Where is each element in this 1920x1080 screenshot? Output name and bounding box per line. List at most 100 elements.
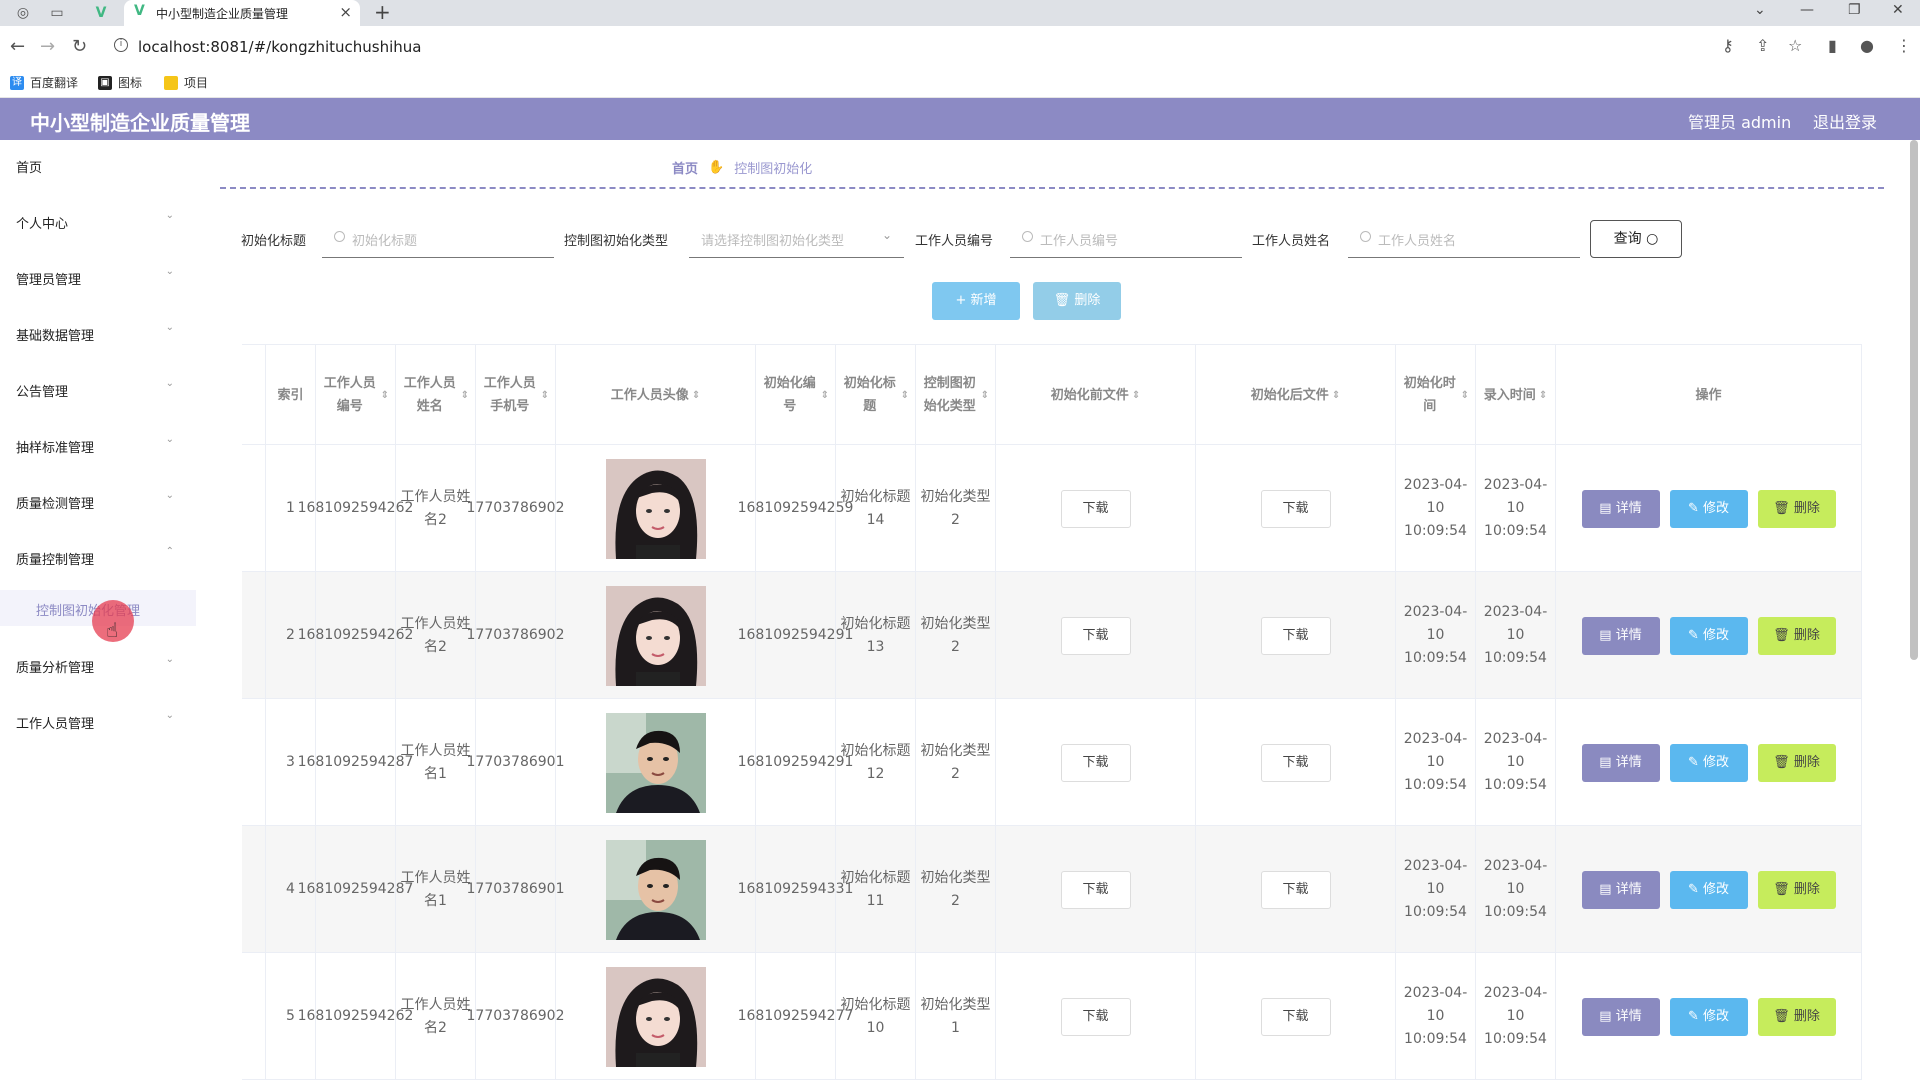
translate-icon: 译 bbox=[10, 75, 24, 90]
cell-init-time: 2023-04-10 10:09:54 bbox=[1396, 826, 1476, 953]
actions-cell: ▤ 详情 ✎ 修改 🗑 删除 bbox=[1556, 826, 1862, 953]
sort-icon[interactable]: ⇕ bbox=[821, 384, 829, 407]
select-all-checkbox[interactable] bbox=[242, 345, 266, 445]
trash-icon: 🗑 bbox=[1053, 293, 1071, 308]
sidebar-item-sampling[interactable]: 抽样标准管理 ⌄ bbox=[0, 420, 196, 470]
download-button[interactable]: 下载 bbox=[1060, 997, 1131, 1036]
tab-search-icon[interactable]: ⌄ bbox=[1754, 2, 1766, 18]
download-button[interactable]: 下载 bbox=[1060, 870, 1131, 909]
blank-tab-icon[interactable]: ▭ bbox=[48, 4, 66, 22]
forward-icon[interactable]: → bbox=[40, 36, 55, 57]
sort-icon[interactable]: ⇕ bbox=[1332, 384, 1340, 407]
sort-icon[interactable]: ⇕ bbox=[1132, 384, 1140, 407]
type-select[interactable]: 请选择控制图初始化类型 ⌄ bbox=[689, 220, 904, 258]
download-button[interactable]: 下载 bbox=[1060, 743, 1131, 782]
download-button[interactable]: 下载 bbox=[1060, 489, 1131, 528]
logout-button[interactable]: 退出登录 bbox=[1813, 109, 1877, 133]
sort-icon[interactable]: ⇕ bbox=[981, 384, 989, 407]
window-close-icon[interactable]: ✕ bbox=[1892, 2, 1904, 18]
sort-icon[interactable]: ⇕ bbox=[692, 384, 700, 407]
key-icon[interactable]: ⚷ bbox=[1722, 36, 1734, 55]
side-panel-icon[interactable]: ▮ bbox=[1828, 36, 1837, 55]
close-tab-icon[interactable]: × bbox=[339, 3, 352, 21]
query-button[interactable]: 查询 ○ bbox=[1590, 220, 1682, 258]
sidebar-item-analysis[interactable]: 质量分析管理 ⌄ bbox=[0, 640, 196, 690]
cell-staff-name: 工作人员姓名1 bbox=[396, 826, 476, 953]
active-tab[interactable]: V 中小型制造企业质量管理 × bbox=[124, 0, 360, 26]
file-after-cell: 下载 bbox=[1196, 572, 1396, 699]
sidebar-item-staff[interactable]: 工作人员管理 ⌄ bbox=[0, 696, 196, 746]
bookmark-baidu-translate[interactable]: 译 百度翻译 bbox=[10, 74, 78, 91]
add-button[interactable]: + 新增 bbox=[932, 282, 1020, 320]
minimize-icon[interactable]: — bbox=[1800, 2, 1814, 18]
globe-icon[interactable]: ◎ bbox=[14, 4, 32, 22]
share-icon[interactable]: ⇪ bbox=[1756, 36, 1769, 55]
chevron-down-icon: ⌄ bbox=[881, 228, 892, 242]
detail-button[interactable]: ▤ 详情 bbox=[1581, 489, 1660, 528]
new-tab-icon[interactable]: + bbox=[374, 0, 391, 24]
edit-button[interactable]: ✎ 修改 bbox=[1669, 489, 1748, 528]
sort-icon[interactable]: ⇕ bbox=[461, 384, 469, 407]
restore-icon[interactable]: ❐ bbox=[1848, 2, 1861, 18]
reload-icon[interactable]: ↻ bbox=[72, 36, 87, 57]
bookmark-icons[interactable]: ▣ 图标 bbox=[98, 74, 142, 91]
download-button[interactable]: 下载 bbox=[1260, 997, 1331, 1036]
sort-icon[interactable]: ⇕ bbox=[1539, 384, 1547, 407]
delete-button[interactable]: 🗑 删除 bbox=[1757, 997, 1836, 1036]
sidebar-item-inspection[interactable]: 质量检测管理 ⌄ bbox=[0, 476, 196, 526]
cell-entry-time: 2023-04-10 10:09:54 bbox=[1476, 445, 1556, 572]
detail-button[interactable]: ▤ 详情 bbox=[1581, 870, 1660, 909]
row-checkbox[interactable] bbox=[242, 699, 266, 826]
detail-button[interactable]: ▤ 详情 bbox=[1581, 616, 1660, 655]
detail-button[interactable]: ▤ 详情 bbox=[1581, 743, 1660, 782]
star-icon[interactable]: ☆ bbox=[1788, 36, 1802, 55]
download-button[interactable]: 下载 bbox=[1260, 743, 1331, 782]
row-checkbox[interactable] bbox=[242, 953, 266, 1080]
bulk-delete-button[interactable]: 🗑 删除 bbox=[1033, 282, 1121, 320]
file-before-cell: 下载 bbox=[996, 953, 1196, 1080]
sidebar-item-base-data[interactable]: 基础数据管理 ⌄ bbox=[0, 308, 196, 358]
menu-dots-icon[interactable]: ⋮ bbox=[1896, 36, 1912, 55]
row-checkbox[interactable] bbox=[242, 445, 266, 572]
row-checkbox[interactable] bbox=[242, 572, 266, 699]
edit-button[interactable]: ✎ 修改 bbox=[1669, 997, 1748, 1036]
delete-button[interactable]: 🗑 删除 bbox=[1757, 870, 1836, 909]
edit-button[interactable]: ✎ 修改 bbox=[1669, 870, 1748, 909]
detail-button[interactable]: ▤ 详情 bbox=[1581, 997, 1660, 1036]
staff-name-input[interactable]: 工作人员姓名 bbox=[1348, 220, 1580, 258]
delete-button[interactable]: 🗑 删除 bbox=[1757, 743, 1836, 782]
row-checkbox[interactable] bbox=[242, 826, 266, 953]
sidebar-item-notice[interactable]: 公告管理 ⌄ bbox=[0, 364, 196, 414]
sort-icon[interactable]: ⇕ bbox=[381, 384, 389, 407]
sort-icon[interactable]: ⇕ bbox=[1461, 384, 1469, 407]
cell-entry-time: 2023-04-10 10:09:54 bbox=[1476, 953, 1556, 1080]
title-search-input[interactable]: 初始化标题 bbox=[322, 220, 554, 258]
tab-title: 中小型制造企业质量管理 bbox=[156, 7, 289, 21]
back-icon[interactable]: ← bbox=[10, 36, 25, 57]
sort-icon[interactable]: ⇕ bbox=[541, 384, 549, 407]
bookmark-project[interactable]: 项目 bbox=[164, 74, 208, 91]
header-avatar: 工作人员头像 ⇕ bbox=[556, 345, 756, 445]
breadcrumb-home[interactable]: 首页 bbox=[672, 158, 698, 177]
delete-button[interactable]: 🗑 删除 bbox=[1757, 489, 1836, 528]
edit-button[interactable]: ✎ 修改 bbox=[1669, 743, 1748, 782]
download-button[interactable]: 下载 bbox=[1260, 616, 1331, 655]
sidebar-item-control[interactable]: 质量控制管理 ⌃ bbox=[0, 532, 196, 582]
download-button[interactable]: 下载 bbox=[1260, 489, 1331, 528]
delete-button[interactable]: 🗑 删除 bbox=[1757, 616, 1836, 655]
omnibox[interactable]: i localhost:8081/#/kongzhituchushihua bbox=[104, 33, 1714, 61]
file-after-cell: 下载 bbox=[1196, 953, 1396, 1080]
staff-no-input[interactable]: 工作人员编号 bbox=[1010, 220, 1242, 258]
sidebar-item-home[interactable]: 首页 bbox=[0, 140, 196, 190]
sort-icon[interactable]: ⇕ bbox=[901, 384, 909, 407]
edit-button[interactable]: ✎ 修改 bbox=[1669, 616, 1748, 655]
vue-icon[interactable]: V bbox=[92, 4, 110, 22]
site-info-icon[interactable]: i bbox=[114, 38, 128, 52]
download-button[interactable]: 下载 bbox=[1060, 616, 1131, 655]
profile-icon[interactable]: ● bbox=[1860, 36, 1874, 55]
cell-staff-name: 工作人员姓名2 bbox=[396, 953, 476, 1080]
avatar-cell bbox=[556, 572, 756, 699]
scrollbar[interactable] bbox=[1910, 140, 1918, 660]
staff-no-label: 工作人员编号 bbox=[915, 234, 994, 249]
download-button[interactable]: 下载 bbox=[1260, 870, 1331, 909]
